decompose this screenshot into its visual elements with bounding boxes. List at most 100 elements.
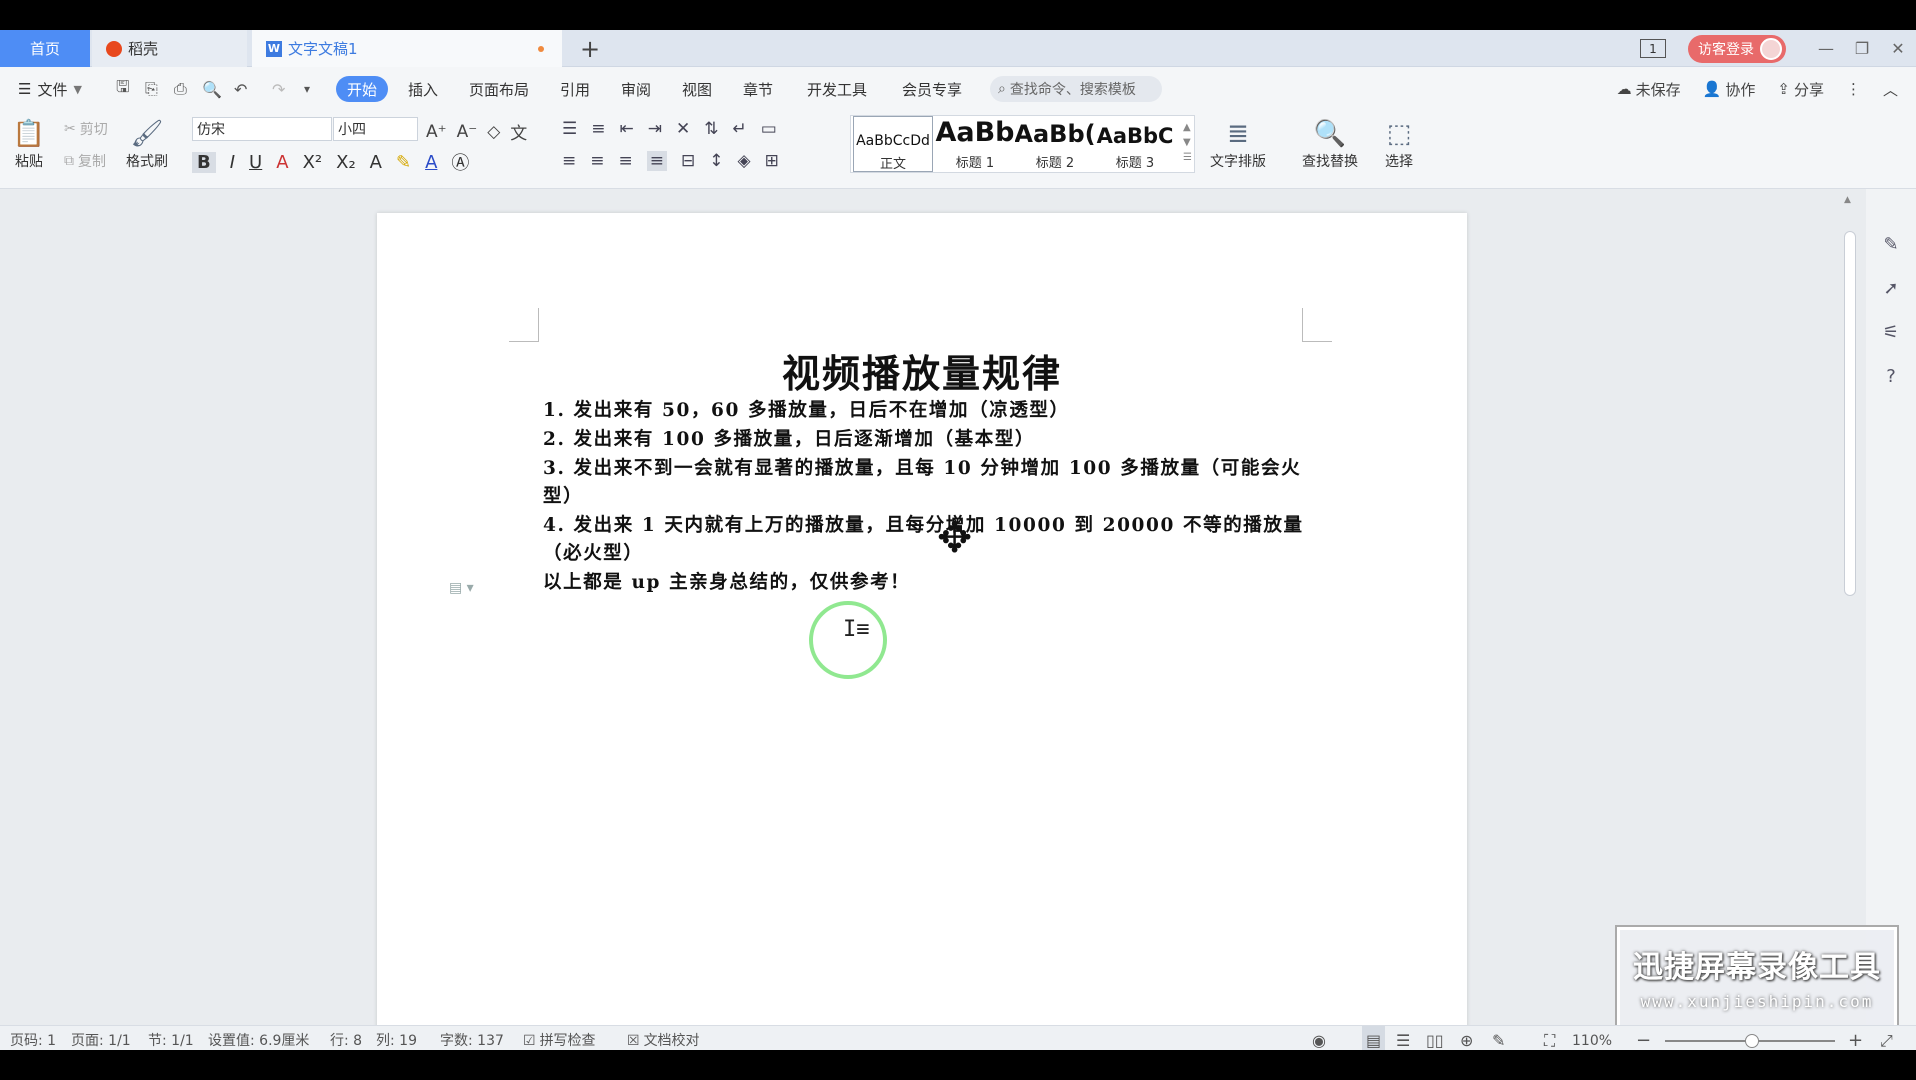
export-icon[interactable]: ⎘ <box>145 67 158 111</box>
undo-icon[interactable]: ↶ <box>234 67 247 111</box>
style-normal[interactable]: AaBbCcDd 正文 <box>853 116 933 172</box>
menu-tab-view[interactable]: 视图 <box>682 67 712 111</box>
shrink-font-icon[interactable]: A⁻ <box>457 122 478 142</box>
clipboard-icon: 📋 <box>12 119 46 149</box>
bold-icon[interactable]: B <box>192 151 216 173</box>
minimize-icon[interactable]: — <box>1808 30 1844 67</box>
doc-paragraph-1[interactable]: 1. 发出来有 50，60 多播放量，日后不在增加（凉透型） <box>543 397 1313 425</box>
align-center-icon[interactable]: ≡ <box>590 151 604 171</box>
superscript-icon[interactable]: X² <box>303 152 323 173</box>
strikethrough-icon[interactable]: A <box>276 152 288 173</box>
distributed-icon[interactable]: ⊟ <box>681 151 695 171</box>
doc-paragraph-5[interactable]: 以上都是 up 主亲身总结的，仅供参考！ <box>543 569 1313 597</box>
justify-icon[interactable]: ≡ <box>646 151 667 171</box>
menu-tab-review[interactable]: 审阅 <box>621 67 651 111</box>
restore-icon[interactable]: ❐ <box>1844 30 1880 67</box>
scrollbar-thumb[interactable] <box>1844 231 1856 596</box>
guest-login-button[interactable]: 访客登录 <box>1688 34 1786 63</box>
font-size-select[interactable]: 小四 <box>333 117 418 141</box>
menu-tab-developer[interactable]: 开发工具 <box>807 67 867 111</box>
numbered-list-icon[interactable]: ≡ <box>591 119 605 139</box>
window-count-icon[interactable]: 1 <box>1640 39 1666 58</box>
table-lines-icon[interactable]: ▭ <box>761 119 777 139</box>
help-icon[interactable]: ? <box>1878 363 1904 389</box>
menu-tab-page-layout[interactable]: 页面布局 <box>469 67 529 111</box>
customize-toolbar-icon[interactable]: ▾ <box>304 67 310 111</box>
find-replace-label: 查找替换 <box>1302 154 1358 170</box>
tab-home[interactable]: 首页 <box>0 30 90 67</box>
style-gallery-scroll-icon[interactable]: ▲ ▼ ☰ <box>1183 120 1192 165</box>
collapse-ribbon-icon[interactable]: ︿ <box>1883 79 1898 100</box>
save-icon[interactable]: 🖫 <box>116 67 130 111</box>
select-button[interactable]: ⬚ 选择 <box>1382 117 1416 171</box>
grow-font-icon[interactable]: A⁺ <box>426 122 447 142</box>
collaborate-button[interactable]: 👤 协作 <box>1703 79 1756 100</box>
scroll-up-icon[interactable]: ▲ <box>1844 195 1851 205</box>
format-painter-button[interactable]: 🖌 格式刷 <box>126 117 168 171</box>
share-button[interactable]: ⇪ 分享 <box>1777 79 1824 100</box>
clear-format-icon[interactable]: ◇ <box>487 122 500 142</box>
copy-label: 复制 <box>78 154 106 170</box>
pen-icon[interactable]: ✎ <box>1878 231 1904 257</box>
document-body[interactable]: 1. 发出来有 50，60 多播放量，日后不在增加（凉透型） 2. 发出来有 1… <box>543 397 1313 598</box>
command-search-input[interactable]: ⌕ 查找命令、搜索模板 <box>990 76 1162 102</box>
find-replace-button[interactable]: 🔍 查找替换 <box>1302 117 1358 171</box>
style-heading-1[interactable]: AaBb 标题 1 <box>935 116 1015 172</box>
close-icon[interactable]: ✕ <box>1880 30 1916 67</box>
doc-paragraph-2[interactable]: 2. 发出来有 100 多播放量，日后逐渐增加（基本型） <box>543 426 1313 454</box>
file-menu[interactable]: ☰ 文件 ▼ <box>18 67 82 111</box>
shading-icon[interactable]: ◈ <box>738 151 751 171</box>
vertical-scrollbar[interactable]: ▲ <box>1840 189 1860 1025</box>
bullet-list-icon[interactable]: ☰ <box>562 119 577 139</box>
unsaved-status-button[interactable]: ☁ 未保存 <box>1617 79 1681 100</box>
print-preview-icon[interactable]: 🔍 <box>202 67 222 111</box>
increase-indent-icon[interactable]: ⇥ <box>648 119 662 139</box>
unsaved-dot-icon <box>538 45 544 52</box>
tab-document[interactable]: W 文字文稿1 <box>252 30 562 67</box>
redo-icon[interactable]: ↷ <box>272 67 285 111</box>
more-icon[interactable]: ⋮ <box>1846 80 1861 98</box>
style-heading-2[interactable]: AaBb( 标题 2 <box>1015 116 1095 172</box>
tab-bar: 首页 稻壳 W 文字文稿1 + 1 访客登录 — ❐ ✕ <box>0 30 1916 67</box>
borders-icon[interactable]: ⊞ <box>765 151 779 171</box>
print-icon[interactable]: ⎙ <box>174 67 187 111</box>
underline-icon[interactable]: U <box>249 152 262 173</box>
menu-tab-chapter[interactable]: 章节 <box>743 67 773 111</box>
sort-icon[interactable]: ⇅ <box>704 119 718 139</box>
tab-daoke[interactable]: 稻壳 <box>92 30 247 67</box>
menu-tab-insert[interactable]: 插入 <box>408 67 438 111</box>
highlight-icon[interactable]: ✎ <box>396 152 411 173</box>
menu-tab-references[interactable]: 引用 <box>560 67 590 111</box>
align-right-icon[interactable]: ≡ <box>619 151 633 171</box>
align-left-icon[interactable]: ≡ <box>562 151 576 171</box>
settings-sliders-icon[interactable]: ⚟ <box>1878 319 1904 345</box>
copy-button[interactable]: ⧉ 复制 <box>64 151 106 171</box>
show-marks-icon[interactable]: ↵ <box>733 119 747 139</box>
font-family-select[interactable]: 仿宋 <box>192 117 332 141</box>
style-heading-3[interactable]: AaBbC 标题 3 <box>1095 116 1175 172</box>
unsaved-label: 未保存 <box>1635 80 1681 99</box>
subscript-icon[interactable]: X₂ <box>336 152 356 173</box>
line-spacing-icon[interactable]: ↕ <box>709 151 723 171</box>
new-tab-button[interactable]: + <box>575 30 605 67</box>
menu-tab-insert-label: 插入 <box>408 80 439 99</box>
zoom-slider-handle[interactable] <box>1745 1034 1759 1048</box>
font-color-icon[interactable]: A <box>425 152 437 173</box>
paste-button[interactable]: 📋 粘贴 <box>12 117 46 171</box>
menu-tab-start[interactable]: 开始 <box>336 76 389 102</box>
doc-paragraph-3[interactable]: 3. 发出来不到一会就有显著的播放量，且每 10 分钟增加 100 多播放量（可… <box>543 455 1313 511</box>
cut-button[interactable]: ✂ 剪切 <box>64 119 108 139</box>
text-layout-button[interactable]: ≣ 文字排版 <box>1210 117 1266 171</box>
document-page[interactable]: 视频播放量规律 1. 发出来有 50，60 多播放量，日后不在增加（凉透型） 2… <box>377 213 1467 1025</box>
text-effect-icon[interactable]: A <box>370 152 382 173</box>
pointer-icon[interactable]: ➚ <box>1878 275 1904 301</box>
menu-tab-member[interactable]: 会员专享 <box>902 67 962 111</box>
chinese-layout-icon[interactable]: ✕ <box>676 119 690 139</box>
document-title[interactable]: 视频播放量规律 <box>377 343 1467 398</box>
phonetic-guide-icon[interactable]: 文 <box>510 119 527 144</box>
italic-icon[interactable]: I <box>230 152 235 173</box>
char-border-icon[interactable]: Ⓐ <box>451 149 469 175</box>
decrease-indent-icon[interactable]: ⇤ <box>620 119 634 139</box>
paragraph-handle-icon[interactable]: ▤ ▾ <box>449 580 474 596</box>
doc-paragraph-4[interactable]: 4. 发出来 1 天内就有上万的播放量，且每分增加 10000 到 20000 … <box>543 512 1313 568</box>
